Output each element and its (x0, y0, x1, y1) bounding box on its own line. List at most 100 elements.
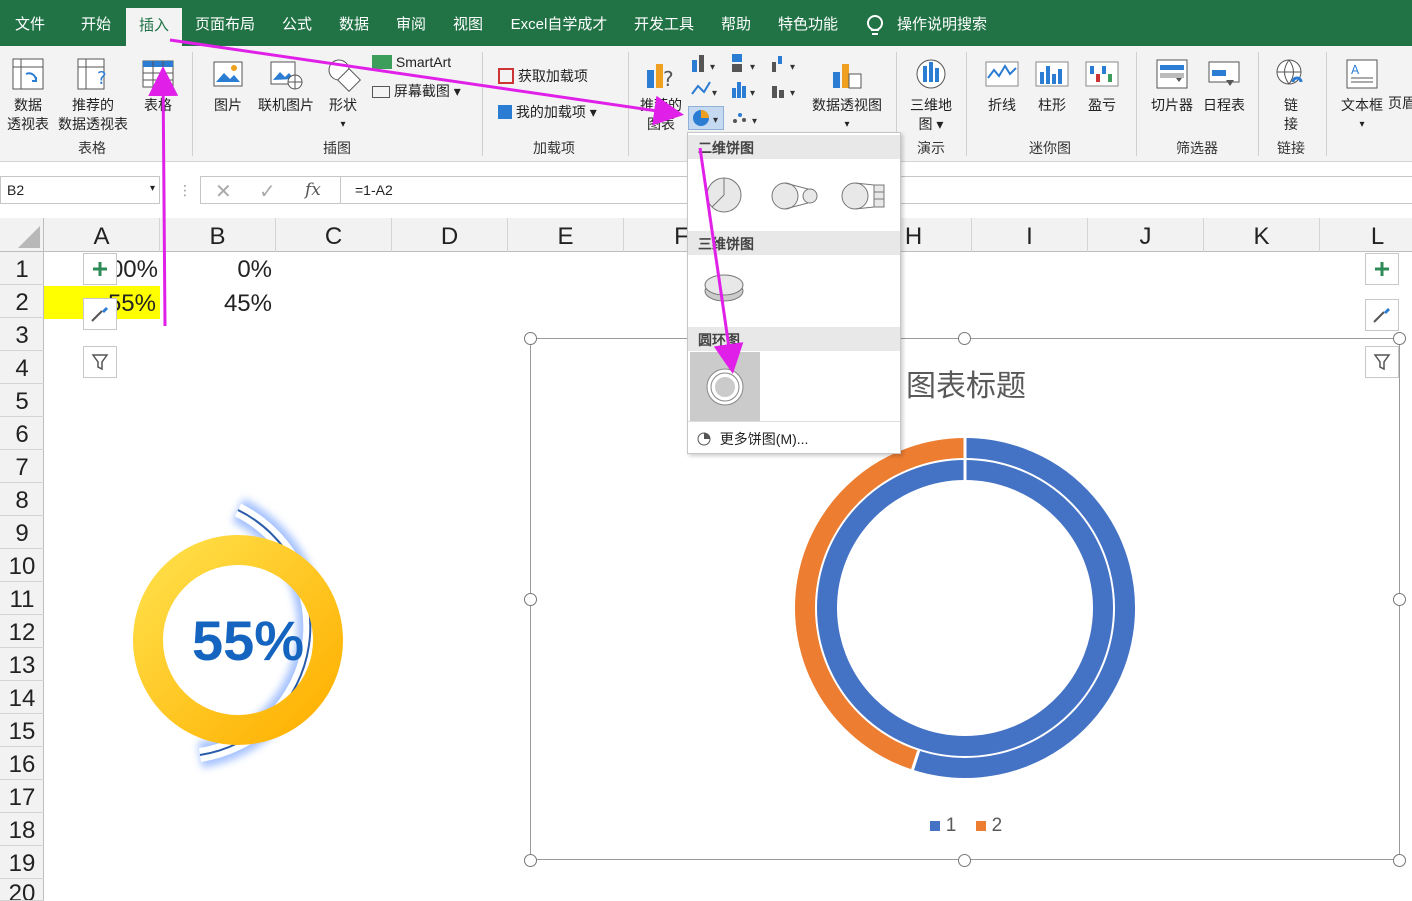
row-header[interactable]: 14 (0, 681, 44, 714)
select-all-corner[interactable] (0, 218, 44, 252)
chart-filters-button[interactable] (83, 346, 117, 378)
row-header[interactable]: 3 (0, 318, 44, 351)
row-header[interactable]: 16 (0, 747, 44, 780)
row-header[interactable]: 11 (0, 582, 44, 615)
tab-view[interactable]: 视图 (442, 0, 494, 46)
3d-pie-option[interactable] (702, 271, 746, 307)
smartart-button[interactable]: SmartArt (372, 54, 451, 70)
row-header[interactable]: 4 (0, 351, 44, 384)
resize-handle[interactable] (1393, 593, 1406, 606)
chart-styles-button[interactable] (83, 298, 117, 330)
name-box[interactable]: B2 ▾ (0, 176, 160, 204)
bar-of-pie-option[interactable] (840, 179, 890, 213)
table-button[interactable]: 表格 (136, 56, 180, 115)
resize-handle[interactable] (524, 854, 537, 867)
row-header[interactable]: 7 (0, 450, 44, 483)
header-footer-button[interactable]: 页眉 (1388, 94, 1412, 113)
link-button[interactable]: 链接 (1264, 56, 1318, 134)
col-header-k[interactable]: K (1204, 218, 1320, 252)
recommended-pivot-button[interactable]: ? 推荐的 数据透视表 (56, 56, 130, 134)
doughnut-segment[interactable] (817, 460, 1113, 756)
textbox-button[interactable]: A 文本框 ▾ (1336, 56, 1388, 134)
more-pie-charts-item[interactable]: 更多饼图(M)... (696, 429, 808, 449)
col-header-i[interactable]: I (972, 218, 1088, 252)
insert-function-button[interactable]: fx (305, 180, 321, 200)
recommended-charts-button[interactable]: ? 推荐的 图表 (636, 56, 686, 134)
shapes-button[interactable]: 形状 ▾ (320, 56, 366, 134)
scatter-chart-icon[interactable]: ▾ (730, 106, 762, 128)
col-header-c[interactable]: C (276, 218, 392, 252)
screenshot-button[interactable]: 屏幕截图 ▾ (372, 81, 461, 101)
row-header[interactable]: 1 (0, 252, 44, 285)
tab-page-layout[interactable]: 页面布局 (188, 0, 262, 46)
gauge-chart[interactable]: 55% (110, 490, 400, 790)
chart-elements-button[interactable] (83, 253, 117, 285)
tab-file[interactable]: 文件 (0, 0, 60, 46)
row-header[interactable]: 6 (0, 417, 44, 450)
resize-handle[interactable] (524, 332, 537, 345)
col-header-a[interactable]: A (44, 218, 160, 252)
slicer-button[interactable]: 切片器 (1146, 56, 1198, 115)
timeline-button[interactable]: 日程表 (1198, 56, 1250, 115)
enter-check-icon[interactable]: ✓ (259, 179, 276, 204)
col-header-l[interactable]: L (1320, 218, 1412, 252)
get-addins-button[interactable]: 获取加载项 (498, 66, 588, 86)
col-header-d[interactable]: D (392, 218, 508, 252)
tell-me-search[interactable]: 操作说明搜索 (892, 0, 992, 46)
tab-developer[interactable]: 开发工具 (628, 0, 700, 46)
cell-b1[interactable]: 0% (160, 252, 272, 285)
sparkline-line-button[interactable]: 折线 (978, 56, 1026, 115)
chart-elements-button[interactable] (1365, 253, 1399, 285)
tab-insert[interactable]: 插入 (126, 8, 182, 46)
resize-handle[interactable] (1393, 332, 1406, 345)
tab-help[interactable]: 帮助 (710, 0, 762, 46)
row-header[interactable]: 15 (0, 714, 44, 747)
col-header-e[interactable]: E (508, 218, 624, 252)
sparkline-column-button[interactable]: 柱形 (1028, 56, 1076, 115)
row-header[interactable]: 8 (0, 483, 44, 516)
name-box-dropdown-icon[interactable]: ▾ (150, 183, 155, 194)
sparkline-winloss-button[interactable]: 盈亏 (1078, 56, 1126, 115)
chart-styles-button[interactable] (1365, 299, 1399, 331)
hierarchy-chart-icon[interactable]: ▾ (730, 52, 762, 74)
cancel-icon[interactable]: ✕ (215, 179, 232, 204)
doughnut-option[interactable] (690, 352, 760, 422)
row-header[interactable]: 17 (0, 780, 44, 813)
3d-map-button[interactable]: 三维地图 ▾ (904, 56, 958, 134)
pictures-button[interactable]: 图片 (204, 56, 252, 115)
combo-chart-icon[interactable]: ▾ (770, 78, 802, 100)
col-header-j[interactable]: J (1088, 218, 1204, 252)
tab-formulas[interactable]: 公式 (270, 0, 324, 46)
stat-chart-icon[interactable]: ▾ (730, 78, 762, 100)
pie-chart-button[interactable]: ▾ (688, 106, 724, 130)
tab-special[interactable]: 特色功能 (770, 0, 846, 46)
pie-option[interactable] (702, 173, 746, 217)
chart-legend[interactable]: 1 2 (531, 815, 1401, 837)
row-header[interactable]: 2 (0, 285, 44, 318)
col-header-b[interactable]: B (160, 218, 276, 252)
row-header[interactable]: 20 (0, 879, 44, 901)
line-chart-icon[interactable]: ▾ (690, 78, 722, 100)
column-chart-icon[interactable]: ▾ (690, 52, 722, 74)
doughnut-chart-area[interactable]: 图表标题 1 2 (530, 338, 1400, 860)
row-header[interactable]: 5 (0, 384, 44, 417)
tab-data[interactable]: 数据 (328, 0, 380, 46)
resize-handle[interactable] (958, 332, 971, 345)
waterfall-chart-icon[interactable]: ▾ (770, 52, 802, 74)
row-header[interactable]: 10 (0, 549, 44, 582)
tab-home[interactable]: 开始 (66, 0, 126, 46)
row-header[interactable]: 9 (0, 516, 44, 549)
resize-handle[interactable] (958, 854, 971, 867)
row-header[interactable]: 13 (0, 648, 44, 681)
row-header[interactable]: 12 (0, 615, 44, 648)
row-header[interactable]: 18 (0, 813, 44, 846)
tab-excel-learning[interactable]: Excel自学成才 (502, 0, 616, 46)
row-header[interactable]: 19 (0, 846, 44, 879)
resize-handle[interactable] (1393, 854, 1406, 867)
pie-of-pie-option[interactable] (770, 179, 820, 213)
pivot-table-button[interactable]: 数据 透视表 (2, 56, 54, 134)
chart-filters-button[interactable] (1365, 346, 1399, 378)
tab-review[interactable]: 审阅 (384, 0, 438, 46)
my-addins-button[interactable]: 我的加载项 ▾ (498, 102, 597, 122)
pivotchart-button[interactable]: 数据透视图 ▾ (806, 56, 888, 134)
